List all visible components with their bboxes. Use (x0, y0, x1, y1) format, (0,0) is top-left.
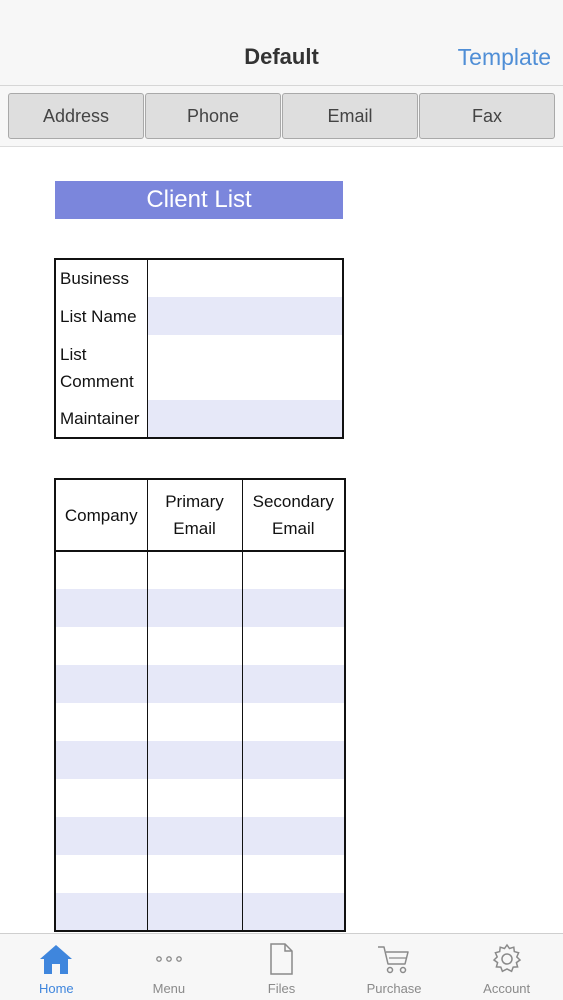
tab-home[interactable]: Home (0, 934, 113, 1000)
table-cell[interactable] (146, 779, 242, 817)
tab-menu[interactable]: Menu (113, 934, 226, 1000)
table-row (55, 665, 345, 703)
navigation-bar: Default Template (0, 0, 563, 86)
info-value-field[interactable] (147, 335, 343, 400)
tab-files[interactable]: Files (225, 934, 338, 1000)
table-body (55, 551, 345, 931)
table-cell[interactable] (241, 589, 345, 627)
table-cell[interactable] (146, 855, 242, 893)
table-row (55, 817, 345, 855)
table-cell[interactable] (55, 779, 147, 817)
table-cell[interactable] (146, 627, 242, 665)
info-value-field[interactable] (147, 400, 343, 438)
client-table: Company Primary Email Secondary Email (54, 478, 346, 932)
segment-address-button[interactable]: Address (8, 93, 144, 139)
cart-icon (374, 940, 414, 978)
table-cell[interactable] (146, 741, 242, 779)
info-row-business: Business (55, 259, 343, 297)
tab-account[interactable]: Account (450, 934, 563, 1000)
table-cell[interactable] (146, 817, 242, 855)
more-icon (149, 940, 189, 978)
table-cell[interactable] (146, 665, 242, 703)
column-header-secondary-email: Secondary Email (241, 479, 345, 552)
info-label: List Comment (55, 335, 148, 400)
table-row (55, 779, 345, 817)
table-row (55, 741, 345, 779)
home-icon (36, 940, 76, 978)
info-row-list-name: List Name (55, 297, 343, 335)
table-cell[interactable] (55, 893, 147, 931)
info-row-maintainer: Maintainer (55, 400, 343, 438)
table-cell[interactable] (55, 551, 147, 589)
table-cell[interactable] (241, 741, 345, 779)
table-cell[interactable] (55, 703, 147, 741)
segment-fax-button[interactable]: Fax (419, 93, 555, 139)
info-value-field[interactable] (147, 297, 343, 335)
tab-purchase[interactable]: Purchase (338, 934, 451, 1000)
table-cell[interactable] (55, 855, 147, 893)
table-cell[interactable] (55, 741, 147, 779)
table-cell[interactable] (241, 627, 345, 665)
column-header-company: Company (55, 479, 147, 552)
tab-label: Files (267, 981, 296, 996)
template-button[interactable]: Template (458, 44, 551, 71)
info-table: Business List Name List Comment Maintain… (54, 258, 344, 439)
info-label: List Name (55, 297, 148, 335)
column-header-primary-email: Primary Email (146, 479, 242, 552)
segment-phone-button[interactable]: Phone (145, 93, 281, 139)
table-cell[interactable] (146, 589, 242, 627)
table-cell[interactable] (241, 855, 345, 893)
info-label: Business (55, 259, 148, 297)
info-label: Maintainer (55, 400, 148, 438)
table-cell[interactable] (241, 817, 345, 855)
table-cell[interactable] (55, 817, 147, 855)
gear-icon (487, 940, 527, 978)
info-row-list-comment: List Comment (55, 335, 343, 400)
tab-label: Purchase (366, 981, 422, 996)
table-cell[interactable] (241, 893, 345, 931)
table-cell[interactable] (241, 703, 345, 741)
table-row (55, 855, 345, 893)
tab-bar: Home Menu Files Purchase Account (0, 933, 563, 1000)
table-row (55, 589, 345, 627)
table-row (55, 703, 345, 741)
table-cell[interactable] (241, 551, 345, 589)
table-row (55, 551, 345, 589)
table-cell[interactable] (55, 627, 147, 665)
tab-label: Menu (152, 981, 186, 996)
tab-label: Account (483, 981, 531, 996)
table-cell[interactable] (241, 779, 345, 817)
table-cell[interactable] (146, 703, 242, 741)
table-cell[interactable] (146, 551, 242, 589)
info-value-field[interactable] (147, 259, 343, 297)
table-row (55, 627, 345, 665)
field-segment-bar: Address Phone Email Fax (0, 86, 563, 147)
segment-email-button[interactable]: Email (282, 93, 418, 139)
tab-label: Home (38, 981, 74, 996)
file-icon (261, 940, 301, 978)
table-row (55, 893, 345, 931)
table-cell[interactable] (241, 665, 345, 703)
table-cell[interactable] (55, 665, 147, 703)
document-title: Client List (55, 181, 343, 219)
table-header-row: Company Primary Email Secondary Email (55, 479, 345, 552)
table-cell[interactable] (146, 893, 242, 931)
table-cell[interactable] (55, 589, 147, 627)
